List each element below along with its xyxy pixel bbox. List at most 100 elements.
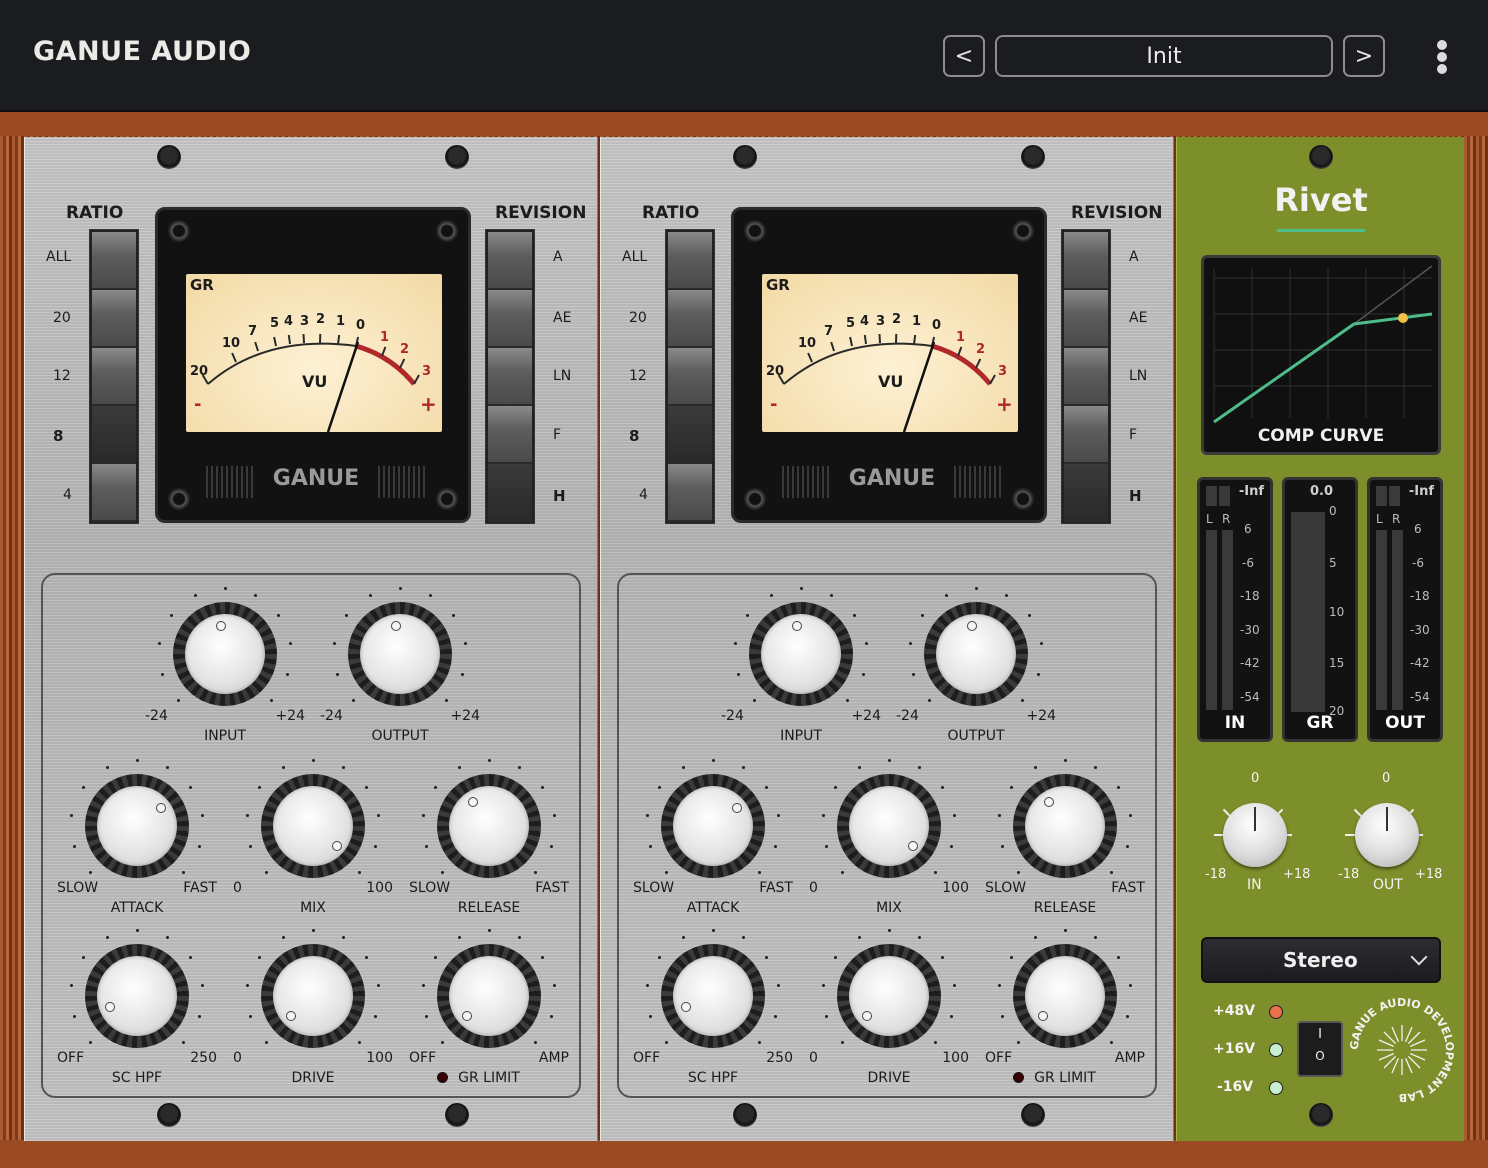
revision-button[interactable] bbox=[488, 464, 532, 522]
ratio-button[interactable] bbox=[92, 348, 136, 406]
release-knob[interactable] bbox=[437, 774, 541, 878]
input-knob[interactable] bbox=[749, 602, 853, 706]
drive-knob[interactable] bbox=[837, 944, 941, 1048]
revision-button[interactable] bbox=[488, 406, 532, 464]
comp-curve-display: COMP CURVE bbox=[1201, 255, 1441, 455]
schpf-knob[interactable] bbox=[661, 944, 765, 1048]
gain-reduction-meter: 0.0 0 5 10 15 20 GR bbox=[1282, 477, 1358, 742]
meter-brand: GANUE bbox=[848, 466, 936, 491]
out-trim-tick bbox=[1345, 834, 1355, 836]
output-l-label: L bbox=[1376, 512, 1383, 526]
attack-knob[interactable] bbox=[85, 774, 189, 878]
prev-preset-button[interactable]: < bbox=[943, 35, 985, 77]
ratio-button[interactable] bbox=[92, 406, 136, 464]
knob-tick bbox=[1093, 935, 1097, 939]
ratio-option-label: 4 bbox=[63, 487, 72, 503]
gr-scale: 0 bbox=[1329, 504, 1337, 518]
release-knob[interactable] bbox=[1013, 774, 1117, 878]
revision-button[interactable] bbox=[488, 232, 532, 290]
ratio-button[interactable] bbox=[668, 464, 712, 522]
mix-max-label: 100 bbox=[942, 880, 969, 896]
knob-tick bbox=[200, 984, 204, 988]
knob-tick bbox=[1033, 765, 1037, 769]
input-scale: -30 bbox=[1240, 623, 1260, 637]
grlimit-knob[interactable] bbox=[1013, 944, 1117, 1048]
meter-screw-icon bbox=[168, 220, 190, 242]
ratio-selector[interactable] bbox=[665, 229, 715, 524]
in-trim-knob[interactable] bbox=[1223, 803, 1287, 867]
input-level-meter: -Inf L R 6 -6 -18 -30 -42 -54 IN bbox=[1197, 477, 1273, 742]
revision-button[interactable] bbox=[488, 348, 532, 406]
output-knob[interactable] bbox=[924, 602, 1028, 706]
output-peak-l bbox=[1376, 486, 1387, 506]
gr-scale: 15 bbox=[1329, 656, 1345, 670]
drive-knob[interactable] bbox=[261, 944, 365, 1048]
revision-button[interactable] bbox=[1064, 232, 1108, 290]
ratio-button[interactable] bbox=[92, 290, 136, 348]
ratio-button[interactable] bbox=[668, 232, 712, 290]
ratio-title: RATIO bbox=[66, 203, 124, 223]
grlimit-knob[interactable] bbox=[437, 944, 541, 1048]
knob-tick bbox=[487, 928, 491, 932]
revision-button[interactable] bbox=[488, 290, 532, 348]
ratio-button[interactable] bbox=[92, 232, 136, 290]
knob-tick bbox=[944, 593, 948, 597]
vu-scale-number: 4 bbox=[284, 314, 294, 329]
mix-knob[interactable] bbox=[837, 774, 941, 878]
vertical-dots-icon[interactable] bbox=[1434, 40, 1450, 74]
out-trim-knob[interactable] bbox=[1355, 803, 1419, 867]
ratio-button[interactable] bbox=[668, 348, 712, 406]
ratio-button[interactable] bbox=[668, 406, 712, 464]
revision-option-label: F bbox=[553, 427, 562, 443]
knob-tick bbox=[428, 593, 432, 597]
knob-tick bbox=[540, 785, 544, 789]
ganue-lab-logo-icon: GANUE AUDIO DEVELOPMENT LAB bbox=[1348, 996, 1456, 1104]
output-knob[interactable] bbox=[348, 602, 452, 706]
knob-tick bbox=[917, 935, 921, 939]
preset-name-field[interactable]: Init bbox=[995, 35, 1333, 77]
schpf-knob[interactable] bbox=[85, 944, 189, 1048]
ratio-button[interactable] bbox=[668, 290, 712, 348]
screw-icon bbox=[1021, 1103, 1045, 1127]
power-switch[interactable]: I O bbox=[1297, 1021, 1343, 1077]
ratio-button[interactable] bbox=[92, 464, 136, 522]
knob-tick bbox=[857, 935, 861, 939]
wood-top-rail bbox=[0, 112, 1488, 136]
revision-selector[interactable] bbox=[1061, 229, 1111, 524]
knob-tick bbox=[1063, 928, 1067, 932]
revision-title: REVISION bbox=[495, 203, 587, 223]
knob-tick bbox=[952, 814, 956, 818]
knob-tick bbox=[434, 955, 438, 959]
next-preset-button[interactable]: > bbox=[1343, 35, 1385, 77]
ratio-selector[interactable] bbox=[89, 229, 139, 524]
gr-limit-led bbox=[437, 1072, 448, 1083]
knob-tick bbox=[552, 814, 556, 818]
revision-selector[interactable] bbox=[485, 229, 535, 524]
stereo-mode-dropdown[interactable]: Stereo bbox=[1201, 937, 1441, 983]
knob-tick bbox=[1063, 758, 1067, 762]
knob-tick bbox=[248, 844, 252, 848]
input-label: INPUT bbox=[204, 728, 246, 744]
mix-min-label: 0 bbox=[233, 880, 242, 896]
revision-button[interactable] bbox=[1064, 348, 1108, 406]
input-knob[interactable] bbox=[173, 602, 277, 706]
ratio-option-label: ALL bbox=[622, 249, 648, 265]
vu-scale-number: 1 bbox=[380, 330, 390, 345]
mix-knob[interactable] bbox=[261, 774, 365, 878]
revision-button[interactable] bbox=[1064, 406, 1108, 464]
attack-knob[interactable] bbox=[661, 774, 765, 878]
knob-tick bbox=[368, 593, 372, 597]
screw-icon bbox=[445, 145, 469, 169]
vu-scale-number: 1 bbox=[336, 314, 346, 329]
knob-tick bbox=[658, 785, 662, 789]
meter-gr-label: GR bbox=[190, 276, 214, 294]
revision-button[interactable] bbox=[1064, 290, 1108, 348]
knob-tick bbox=[376, 814, 380, 818]
knob-tick bbox=[258, 955, 262, 959]
vu-scale-number: 0 bbox=[356, 318, 366, 333]
revision-button[interactable] bbox=[1064, 464, 1108, 522]
knob-tick bbox=[1128, 984, 1132, 988]
knob-tick bbox=[552, 984, 556, 988]
vu-plus-label: + bbox=[996, 392, 1013, 416]
knob-tick bbox=[176, 699, 180, 703]
